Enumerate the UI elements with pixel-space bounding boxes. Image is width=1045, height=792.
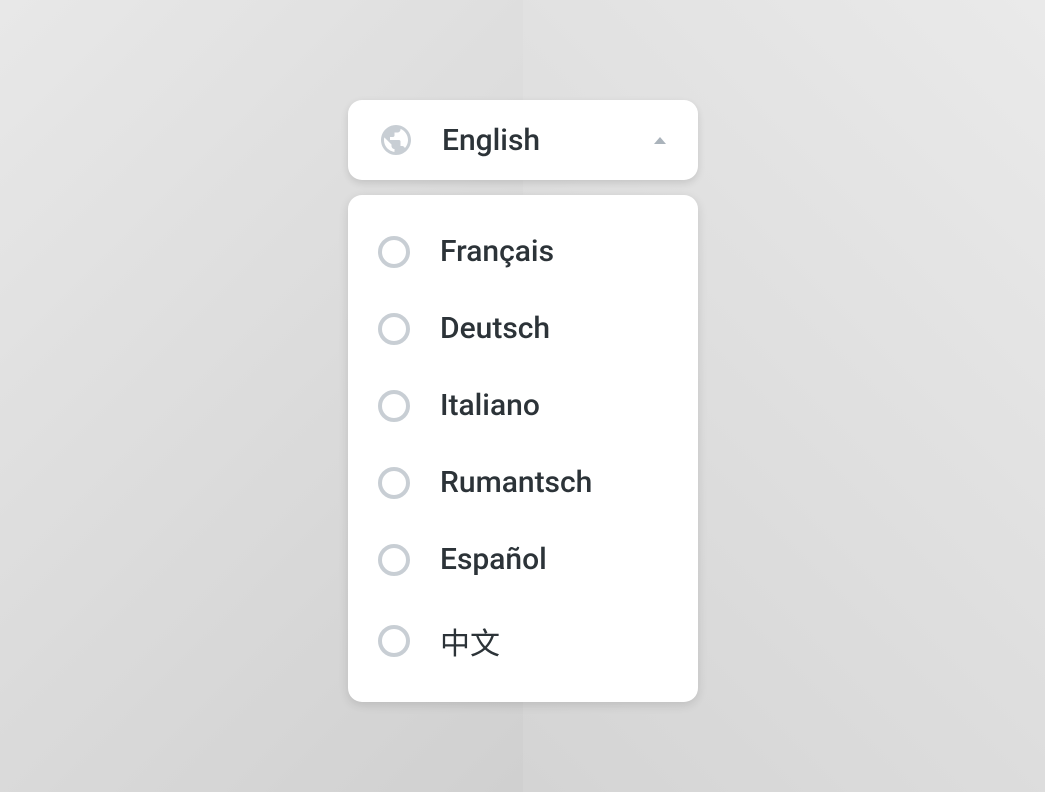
language-option-rumantsch[interactable]: Rumantsch xyxy=(348,444,698,521)
language-option-deutsch[interactable]: Deutsch xyxy=(348,290,698,367)
selected-language-label: English xyxy=(442,123,654,158)
option-label: Español xyxy=(440,542,547,577)
radio-icon xyxy=(378,467,410,499)
globe-icon xyxy=(378,122,414,158)
option-label: 中文 xyxy=(440,619,500,663)
radio-icon xyxy=(378,313,410,345)
language-option-espanol[interactable]: Español xyxy=(348,521,698,598)
radio-icon xyxy=(378,390,410,422)
language-options-list: Français Deutsch Italiano Rumantsch Espa… xyxy=(348,195,698,702)
option-label: Français xyxy=(440,234,554,269)
language-option-chinese[interactable]: 中文 xyxy=(348,598,698,684)
radio-icon xyxy=(378,544,410,576)
radio-icon xyxy=(378,625,410,657)
language-option-italiano[interactable]: Italiano xyxy=(348,367,698,444)
language-option-francais[interactable]: Français xyxy=(348,213,698,290)
language-dropdown-trigger[interactable]: English xyxy=(348,100,698,180)
option-label: Italiano xyxy=(440,388,540,423)
radio-icon xyxy=(378,236,410,268)
language-dropdown: English Français Deutsch Italiano Rumant… xyxy=(348,100,698,702)
caret-up-icon xyxy=(654,137,666,144)
option-label: Deutsch xyxy=(440,311,550,346)
option-label: Rumantsch xyxy=(440,465,592,500)
